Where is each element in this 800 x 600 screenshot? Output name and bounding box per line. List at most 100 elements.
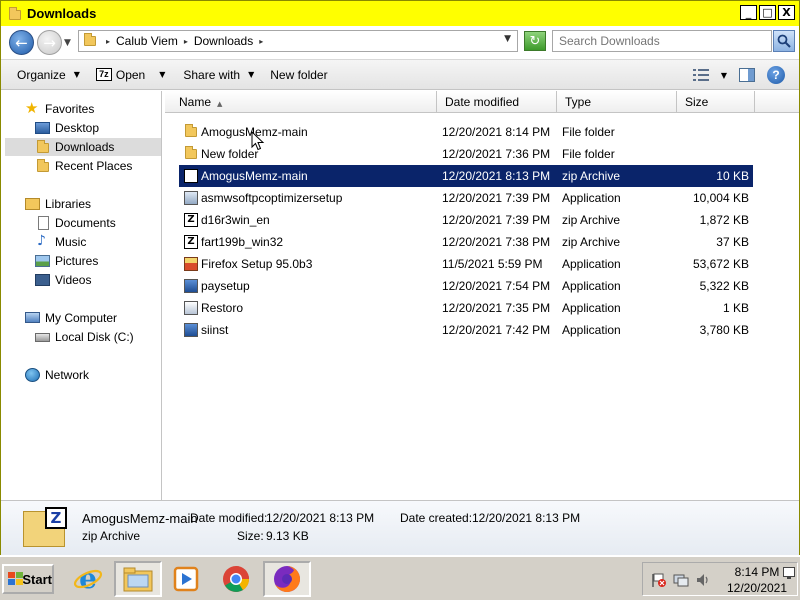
share-with-button[interactable]: Share with ▼ bbox=[183, 68, 254, 82]
close-button[interactable]: X bbox=[778, 5, 795, 20]
sidebar-item-pictures[interactable]: Pictures bbox=[35, 252, 98, 270]
file-row[interactable]: asmwsoftpcoptimizersetup 12/20/2021 7:39 … bbox=[179, 187, 753, 209]
recent-pages-dropdown[interactable]: ▼ bbox=[64, 38, 71, 48]
refresh-button[interactable]: ↻ bbox=[524, 31, 546, 51]
search-input[interactable] bbox=[552, 30, 772, 52]
taskbar-chrome[interactable] bbox=[214, 561, 258, 597]
file-type: zip Archive bbox=[562, 213, 621, 227]
sidebar-item-desktop[interactable]: Desktop bbox=[35, 119, 99, 137]
file-row[interactable]: AmogusMemz-main 12/20/2021 8:14 PM File fo… bbox=[179, 121, 753, 143]
folder-icon bbox=[183, 124, 199, 140]
file-name: fart199b_win32 bbox=[201, 235, 284, 249]
folder-icon bbox=[183, 146, 199, 162]
preview-pane-icon[interactable] bbox=[739, 68, 755, 82]
breadcrumb-label[interactable]: Calub Viem bbox=[116, 34, 178, 48]
zip-archive-icon: Z bbox=[183, 212, 199, 228]
music-icon: ♪ bbox=[37, 233, 46, 249]
firefox-installer-icon bbox=[183, 256, 199, 272]
libraries-icon bbox=[25, 197, 41, 211]
view-options-icon[interactable] bbox=[692, 69, 709, 81]
breadcrumb-separator[interactable]: ▸ bbox=[184, 37, 188, 46]
taskbar-firefox[interactable] bbox=[263, 561, 311, 597]
setup-icon bbox=[183, 278, 199, 294]
file-size: 3,780 KB bbox=[699, 323, 749, 337]
sidebar-item-network[interactable]: Network bbox=[25, 366, 89, 384]
file-size: 1,872 KB bbox=[699, 213, 749, 227]
chevron-down-icon: ▼ bbox=[248, 70, 255, 79]
organize-button[interactable]: Organize ▼ bbox=[17, 68, 80, 82]
minimize-button[interactable]: _ bbox=[740, 5, 757, 20]
sidebar-item-libraries[interactable]: Libraries bbox=[25, 195, 91, 213]
action-center-flag-icon[interactable] bbox=[651, 572, 667, 588]
column-header-name[interactable]: Name ▲ bbox=[171, 91, 437, 113]
sidebar-item-documents[interactable]: Documents bbox=[35, 214, 116, 232]
file-row[interactable]: New folder 12/20/2021 7:36 PM File folder bbox=[179, 143, 753, 165]
sidebar-item-favorites[interactable]: ★ Favorites bbox=[25, 100, 94, 118]
sidebar-item-local-disk[interactable]: Local Disk (C:) bbox=[35, 328, 134, 346]
taskbar-media-player[interactable] bbox=[164, 561, 208, 597]
chevron-down-icon[interactable]: ▼ bbox=[721, 71, 727, 80]
file-type: Application bbox=[562, 323, 621, 337]
column-header-date-modified[interactable]: Date modified bbox=[437, 91, 557, 113]
details-pane: Z AmogusMemz-main zip Archive Date modif… bbox=[1, 500, 799, 555]
file-row[interactable]: Z AmogusMemz-main 12/20/2021 8:13 PM zip Ar… bbox=[179, 165, 753, 187]
file-row[interactable]: Firefox Setup 95.0b3 11/5/2021 5:59 PM App… bbox=[179, 253, 753, 275]
file-row[interactable]: Zfart199b_win32 12/20/2021 7:38 PM zip Arc… bbox=[179, 231, 753, 253]
sidebar-item-music[interactable]: ♪ Music bbox=[35, 233, 86, 251]
help-button[interactable]: ? bbox=[767, 66, 785, 84]
file-date-modified: 12/20/2021 7:39 PM bbox=[442, 191, 551, 205]
file-name: Restoro bbox=[201, 301, 244, 315]
address-dropdown[interactable]: ▼ bbox=[504, 34, 511, 44]
forward-button[interactable]: → bbox=[37, 30, 62, 55]
breadcrumb-downloads[interactable]: ▸ Downloads ▸ bbox=[184, 34, 269, 48]
pictures-icon bbox=[35, 254, 51, 268]
details-size: 9.13 KB bbox=[266, 529, 309, 543]
window-title: Downloads bbox=[27, 6, 97, 21]
system-tray: 8:14 PM 12/20/2021 bbox=[642, 562, 798, 596]
breadcrumb-calub-viem[interactable]: ▸ Calub Viem bbox=[106, 34, 178, 48]
open-button[interactable]: 7z Open ▼ bbox=[95, 68, 165, 82]
sidebar-item-downloads[interactable]: Downloads bbox=[5, 138, 161, 156]
address-bar[interactable]: ▸ Calub Viem ▸ Downloads ▸ ▼ bbox=[78, 30, 518, 52]
downloads-folder-icon bbox=[35, 140, 51, 154]
breadcrumb-separator[interactable]: ▸ bbox=[106, 37, 110, 46]
view-controls: ▼ ? bbox=[692, 66, 785, 84]
maximize-button[interactable]: □ bbox=[759, 5, 776, 20]
file-row[interactable]: paysetup 12/20/2021 7:54 PM Application 5,3… bbox=[179, 275, 753, 297]
search-button[interactable] bbox=[773, 30, 795, 52]
file-date-modified: 12/20/2021 8:13 PM bbox=[442, 169, 551, 183]
new-folder-label: New folder bbox=[270, 67, 328, 82]
file-size: 5,322 KB bbox=[699, 279, 749, 293]
network-status-icon[interactable] bbox=[673, 572, 689, 588]
column-header-type[interactable]: Type bbox=[557, 91, 677, 113]
column-header-size[interactable]: Size bbox=[677, 91, 755, 113]
sidebar-item-label: Favorites bbox=[45, 102, 95, 116]
new-folder-button[interactable]: New folder bbox=[270, 68, 327, 82]
file-row[interactable]: Zd16r3win_en 12/20/2021 7:39 PM zip Archiv… bbox=[179, 209, 753, 231]
breadcrumb-separator[interactable]: ▸ bbox=[259, 37, 263, 46]
taskbar-file-explorer[interactable] bbox=[114, 561, 162, 597]
setup-icon bbox=[183, 322, 199, 338]
back-button[interactable]: ← bbox=[9, 30, 34, 55]
title-bar[interactable]: Downloads _ □ X bbox=[1, 1, 799, 26]
sidebar-item-videos[interactable]: Videos bbox=[35, 271, 91, 289]
file-row[interactable]: Restoro 12/20/2021 7:35 PM Application 1 KB bbox=[179, 297, 753, 319]
computer-icon bbox=[25, 311, 41, 325]
breadcrumb-label[interactable]: Downloads bbox=[194, 34, 253, 48]
file-size: 53,672 KB bbox=[692, 257, 749, 271]
volume-icon[interactable] bbox=[695, 572, 711, 588]
file-type: Application bbox=[562, 191, 621, 205]
file-date-modified: 11/5/2021 5:59 PM bbox=[442, 257, 543, 271]
start-button[interactable]: Start bbox=[2, 564, 54, 594]
clock-date[interactable]: 12/20/2021 bbox=[719, 581, 795, 595]
sidebar-item-label: Pictures bbox=[55, 254, 99, 268]
sidebar-item-label: Libraries bbox=[45, 197, 92, 211]
sidebar-item-recent-places[interactable]: Recent Places bbox=[35, 157, 132, 175]
file-row[interactable]: siinst 12/20/2021 7:42 PM Application 3,780… bbox=[179, 319, 753, 341]
taskbar-internet-explorer[interactable]: e bbox=[66, 561, 110, 597]
show-desktop-icon[interactable] bbox=[783, 567, 795, 579]
details-size-label: Size: bbox=[237, 529, 264, 543]
clock-time[interactable]: 8:14 PM bbox=[725, 565, 789, 579]
sidebar-item-my-computer[interactable]: My Computer bbox=[25, 309, 117, 327]
svg-text:e: e bbox=[79, 564, 97, 594]
